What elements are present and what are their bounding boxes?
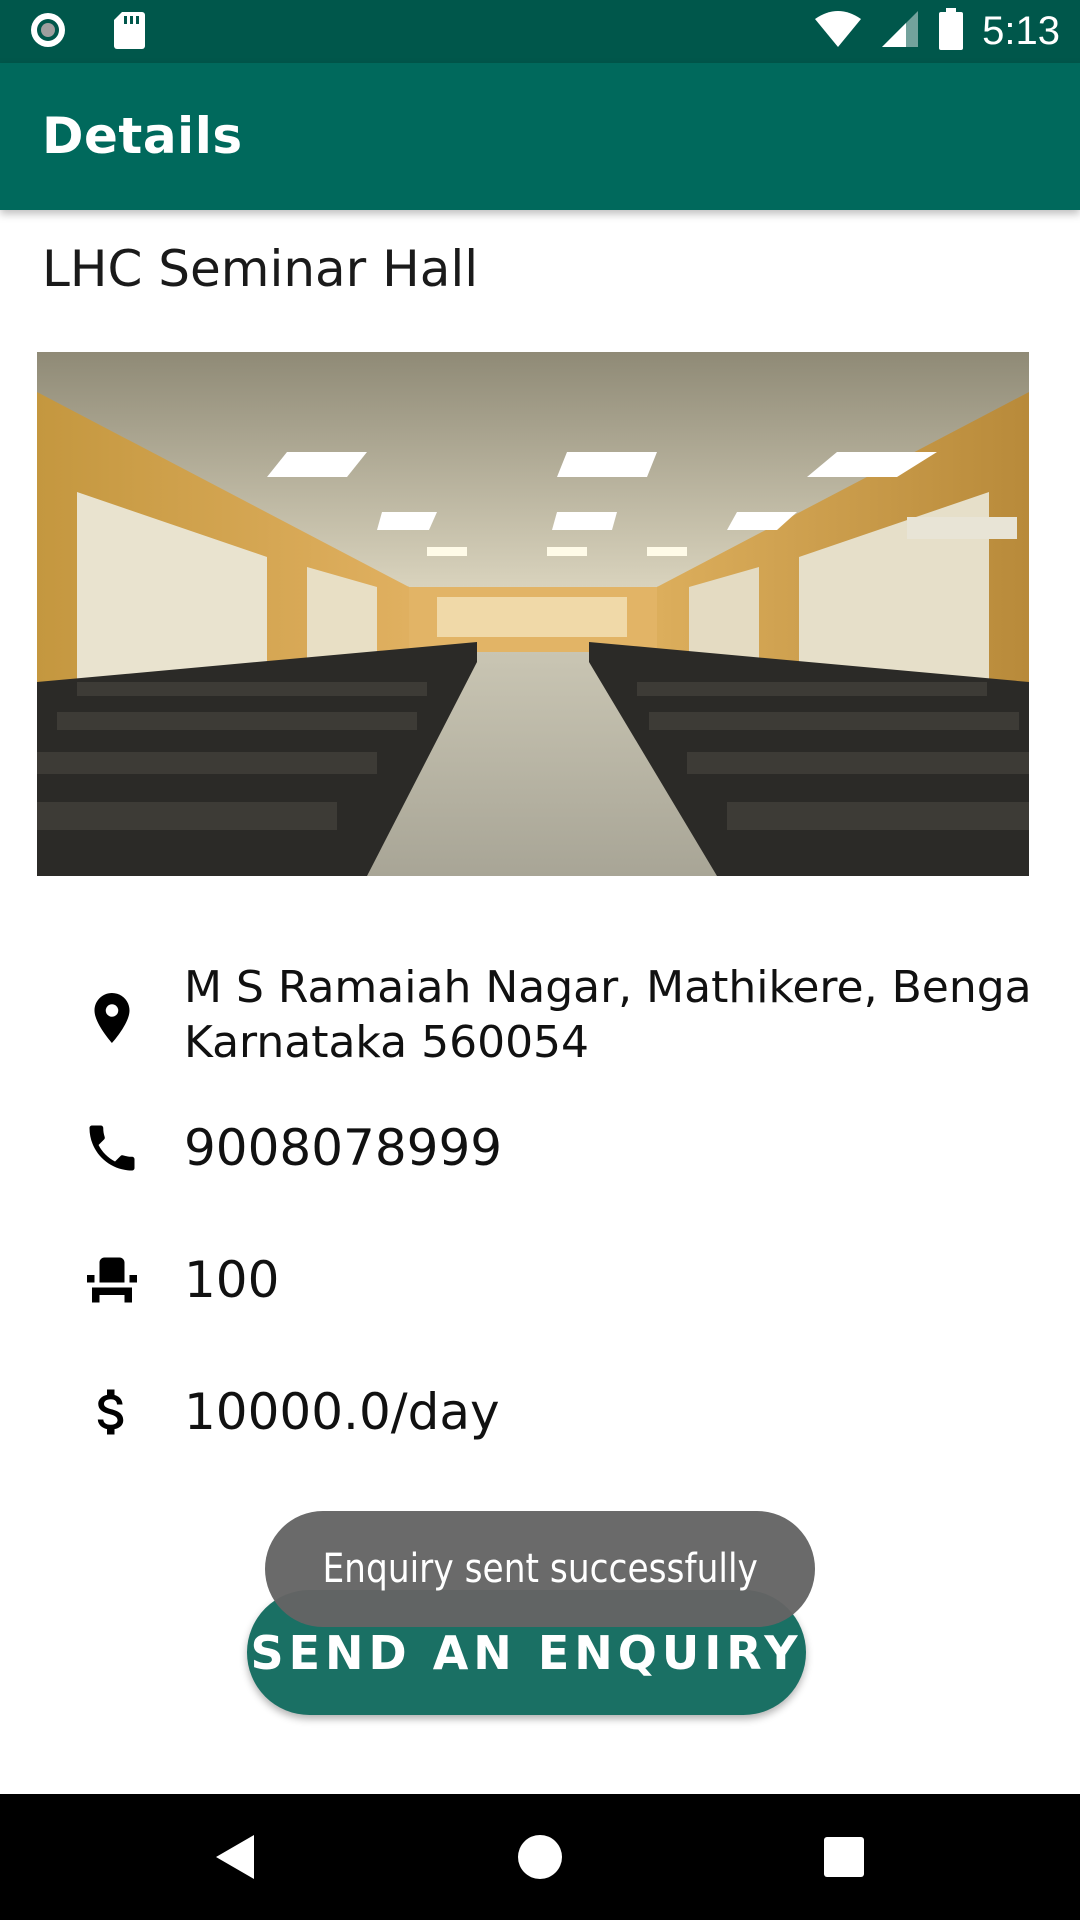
cell-signal-icon [880,9,920,54]
phone-number[interactable]: 9008078999 [184,1118,1030,1178]
address-line-1: M S Ramaiah Nagar, Mathikere, Bengalur [184,962,1030,1013]
phone-icon [82,1118,142,1178]
toast-text: Enquiry sent successfully [322,1546,758,1592]
home-icon[interactable] [510,1827,570,1887]
details-screen: 5:13 Details LHC Seminar Hall M S Ramaia… [0,0,1080,1920]
system-nav-bar [0,1794,1080,1920]
venue-name: LHC Seminar Hall [42,240,479,298]
status-bar: 5:13 [0,0,1080,63]
capacity-value: 100 [184,1251,280,1309]
toast-message: Enquiry sent successfully [265,1511,815,1627]
address-line-2: Karnataka 560054 [184,1017,590,1068]
battery-icon [938,8,964,55]
clock-time: 5:13 [982,9,1060,53]
price-value: 10000.0/day [184,1383,500,1441]
dollar-icon [82,1382,142,1442]
seat-icon [82,1250,142,1310]
recents-icon[interactable] [814,1827,874,1887]
wifi-icon [814,9,862,54]
page-title: Details [42,107,243,165]
back-icon[interactable] [206,1827,266,1887]
seminar-hall-photo [37,352,1029,876]
location-pin-icon [82,988,142,1048]
app-bar: Details [0,63,1080,210]
send-enquiry-label: SEND AN ENQUIRY [250,1625,803,1680]
sd-card-icon [112,10,146,55]
notification-dot-icon [28,10,68,55]
